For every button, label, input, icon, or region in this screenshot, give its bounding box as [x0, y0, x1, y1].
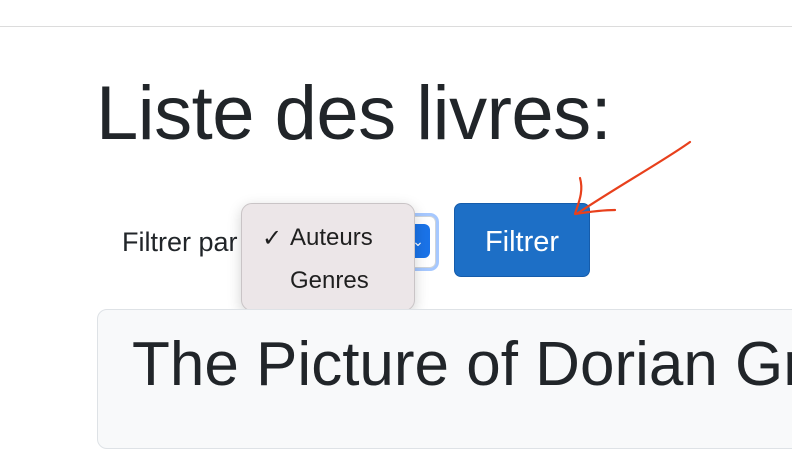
filter-label: Filtrer par: [122, 227, 238, 257]
dropdown-option-label: Auteurs: [290, 224, 373, 251]
checkmark-icon: ✓: [262, 224, 283, 252]
dropdown-option-label: Genres: [290, 267, 369, 294]
book-title: The Picture of Dorian Gray: [132, 330, 792, 399]
filter-button[interactable]: Filtrer: [454, 203, 590, 277]
browser-top-bar: [0, 0, 792, 27]
dropdown-option-authors[interactable]: ✓ Auteurs: [242, 218, 414, 258]
page-title: Liste des livres:: [96, 71, 612, 156]
filter-dropdown-menu: ✓ Auteurs Genres: [241, 203, 415, 311]
dropdown-option-genres[interactable]: Genres: [242, 261, 414, 301]
book-card: The Picture of Dorian Gray: [97, 309, 792, 449]
